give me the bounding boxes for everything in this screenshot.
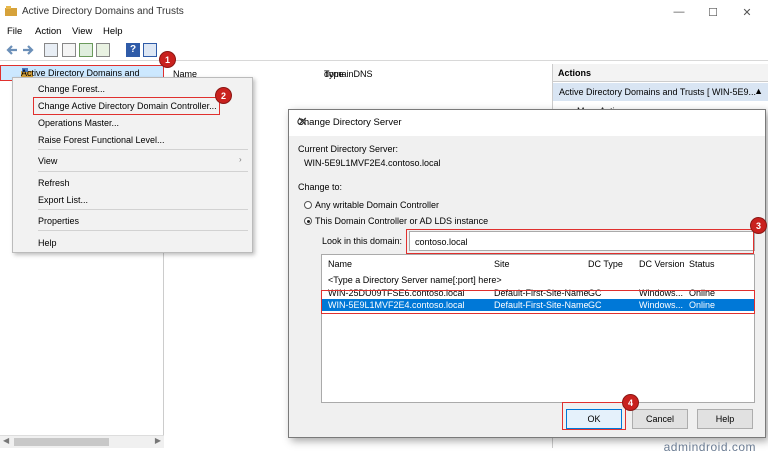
dialog-close-icon[interactable]: ✕ <box>297 114 755 130</box>
menu-separator <box>38 230 248 231</box>
menu-action[interactable]: Action <box>35 26 61 37</box>
current-server-value: WIN-5E9L1MVF2E4.contoso.local <box>304 158 441 168</box>
watermark: admindroid.com <box>663 440 756 454</box>
list-row-type: domainDNS <box>324 69 373 79</box>
highlight-ok-button <box>562 402 626 430</box>
dc-listview: Name Site DC Type DC Version Status <Typ… <box>321 254 755 403</box>
dialog-titlebar: Change Directory Server ✕ <box>289 110 765 136</box>
menu-export-list[interactable]: Export List... <box>38 195 88 205</box>
menu-raise-forest-level[interactable]: Raise Forest Functional Level... <box>38 135 165 145</box>
menu-view-item[interactable]: View <box>38 156 57 166</box>
dc-column-site[interactable]: Site <box>494 259 510 269</box>
properties-icon[interactable] <box>62 43 76 57</box>
menu-change-forest[interactable]: Change Forest... <box>38 84 105 94</box>
menu-refresh[interactable]: Refresh <box>38 178 70 188</box>
scroll-right-icon[interactable]: ▶ <box>155 436 161 445</box>
export-list-icon[interactable] <box>96 43 110 57</box>
highlight-domain-combobox <box>406 229 754 254</box>
look-in-domain-label: Look in this domain: <box>322 236 403 246</box>
menubar: File Action View Help <box>0 24 768 40</box>
minimize-button[interactable]: — <box>662 0 696 24</box>
type-server-row[interactable]: <Type a Directory Server name[:port] her… <box>322 274 754 286</box>
menu-operations-master[interactable]: Operations Master... <box>38 118 119 128</box>
change-to-label: Change to: <box>298 182 343 192</box>
app-icon <box>5 5 17 17</box>
radio-this-dc[interactable] <box>304 217 312 225</box>
actions-context-item[interactable]: Active Directory Domains and Trusts [ WI… <box>553 83 768 101</box>
help-icon[interactable]: ? <box>126 43 140 57</box>
menu-file[interactable]: File <box>7 26 22 37</box>
console-tree-icon[interactable] <box>44 43 58 57</box>
type-server-hint: <Type a Directory Server name[:port] her… <box>328 275 502 285</box>
dc-column-name[interactable]: Name <box>328 259 352 269</box>
change-directory-server-dialog: Change Directory Server ✕ Current Direct… <box>288 109 766 438</box>
dc-column-status[interactable]: Status <box>689 259 715 269</box>
radio-any-dc[interactable] <box>304 201 312 209</box>
refresh-icon[interactable] <box>79 43 93 57</box>
submenu-arrow-icon: › <box>239 155 242 164</box>
menu-properties[interactable]: Properties <box>38 216 79 226</box>
window-titlebar: Active Directory Domains and Trusts — ☐ … <box>0 0 768 24</box>
tree-horizontal-scrollbar[interactable]: ◀ ▶ <box>0 435 164 448</box>
maximize-button[interactable]: ☐ <box>696 0 730 24</box>
scroll-thumb[interactable] <box>14 438 109 446</box>
highlight-change-dc <box>33 97 220 115</box>
toolbar: ? <box>0 40 768 61</box>
menu-help-item[interactable]: Help <box>38 238 57 248</box>
window-title: Active Directory Domains and Trusts <box>22 6 184 17</box>
help-button[interactable]: Help <box>697 409 753 429</box>
close-button[interactable]: ✕ <box>730 0 764 24</box>
radio-this-dc-label[interactable]: This Domain Controller or AD LDS instanc… <box>315 216 488 226</box>
radio-any-dc-label[interactable]: Any writable Domain Controller <box>315 200 439 210</box>
step-badge-3: 3 <box>750 217 767 234</box>
menu-separator <box>38 209 248 210</box>
menu-separator <box>38 171 248 172</box>
show-action-pane-icon[interactable] <box>143 43 157 57</box>
cancel-button[interactable]: Cancel <box>632 409 688 429</box>
step-badge-4: 4 <box>622 394 639 411</box>
menu-help[interactable]: Help <box>103 26 123 37</box>
step-badge-2: 2 <box>215 87 232 104</box>
scroll-left-icon[interactable]: ◀ <box>3 436 9 445</box>
menu-separator <box>38 149 248 150</box>
forward-icon[interactable] <box>21 43 35 57</box>
dc-column-version[interactable]: DC Version <box>639 259 685 269</box>
actions-header: Actions <box>553 64 768 82</box>
back-icon[interactable] <box>5 43 19 57</box>
menu-view[interactable]: View <box>72 26 92 37</box>
actions-item-label: Active Directory Domains and Trusts [ WI… <box>559 87 757 97</box>
dc-column-type[interactable]: DC Type <box>588 259 623 269</box>
current-server-label: Current Directory Server: <box>298 144 399 154</box>
step-badge-1: 1 <box>159 51 176 68</box>
chevron-up-icon[interactable]: ▲ <box>754 86 763 96</box>
highlight-selected-dc <box>321 290 755 314</box>
